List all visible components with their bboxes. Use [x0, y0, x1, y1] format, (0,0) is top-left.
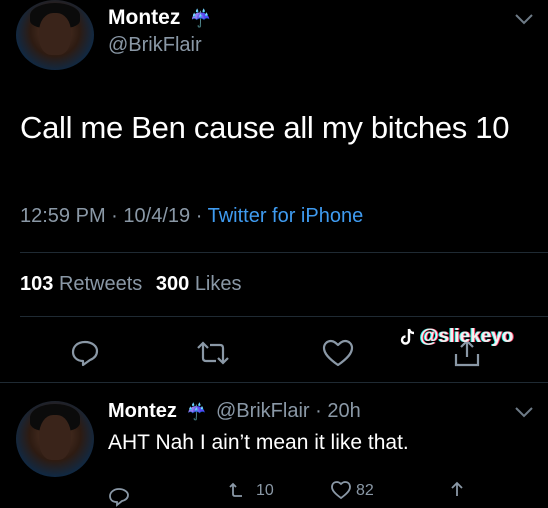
reply-icon[interactable] — [70, 338, 100, 368]
author-name-row: Montez ☔ — [108, 6, 211, 30]
retweet-icon[interactable] — [196, 340, 230, 366]
tweet-date: 10/4/19 — [123, 205, 191, 227]
divider — [0, 382, 548, 383]
watermark: @sliekeyo — [400, 326, 514, 348]
meta-separator: · — [195, 205, 203, 227]
reply-text: AHT Nah I ain’t mean it like that. — [108, 431, 409, 454]
likes-count: 300 — [155, 273, 190, 295]
reply-likes-count: 82 — [356, 482, 374, 499]
watermark-text: @sliekeyo — [420, 326, 514, 347]
avatar-face — [39, 414, 71, 461]
heart-icon — [330, 480, 352, 500]
divider — [20, 252, 548, 253]
heart-icon[interactable] — [322, 339, 354, 367]
retweets-label: Retweets — [58, 273, 143, 295]
retweets-stat[interactable]: 103 Retweets — [20, 273, 148, 295]
reply-author-name[interactable]: Montez — [108, 400, 177, 422]
author-handle[interactable]: @BrikFlair — [108, 34, 202, 57]
tweet-stats: 103 Retweets 300 Likes — [20, 273, 242, 296]
umbrella-emoji-icon: ☔ — [190, 9, 212, 28]
tiktok-logo-icon — [400, 328, 416, 346]
chevron-down-icon[interactable] — [514, 12, 534, 26]
tweet-source-link[interactable]: Twitter for iPhone — [208, 205, 364, 227]
reply-retweet-action[interactable]: 10 — [228, 480, 274, 500]
reply-like-action[interactable]: 82 — [330, 480, 374, 500]
author-name[interactable]: Montez — [108, 6, 180, 29]
retweets-count: 103 — [20, 273, 54, 295]
umbrella-emoji-icon: ☔ — [186, 404, 207, 421]
tweet-meta: 12:59 PM · 10/4/19 · Twitter for iPhone — [20, 205, 363, 228]
avatar-face — [39, 12, 71, 55]
reply-icon[interactable] — [108, 486, 130, 508]
chevron-down-icon[interactable] — [514, 405, 534, 419]
share-icon[interactable] — [446, 480, 468, 502]
retweet-icon — [228, 480, 252, 500]
tweet-time: 12:59 PM — [20, 205, 106, 227]
author-avatar[interactable] — [16, 0, 94, 70]
likes-stat[interactable]: 300 Likes — [156, 273, 242, 295]
reply-header: Montez ☔ @BrikFlair · 20h — [108, 400, 361, 423]
reply-author-avatar[interactable] — [16, 401, 94, 477]
meta-separator: · — [111, 205, 118, 227]
reply-retweets-count: 10 — [256, 482, 274, 499]
tweet-text: Call me Ben cause all my bitches 10 — [20, 110, 510, 145]
reply-handle-time[interactable]: @BrikFlair · 20h — [216, 400, 361, 422]
divider — [20, 316, 548, 317]
likes-label: Likes — [194, 273, 242, 295]
